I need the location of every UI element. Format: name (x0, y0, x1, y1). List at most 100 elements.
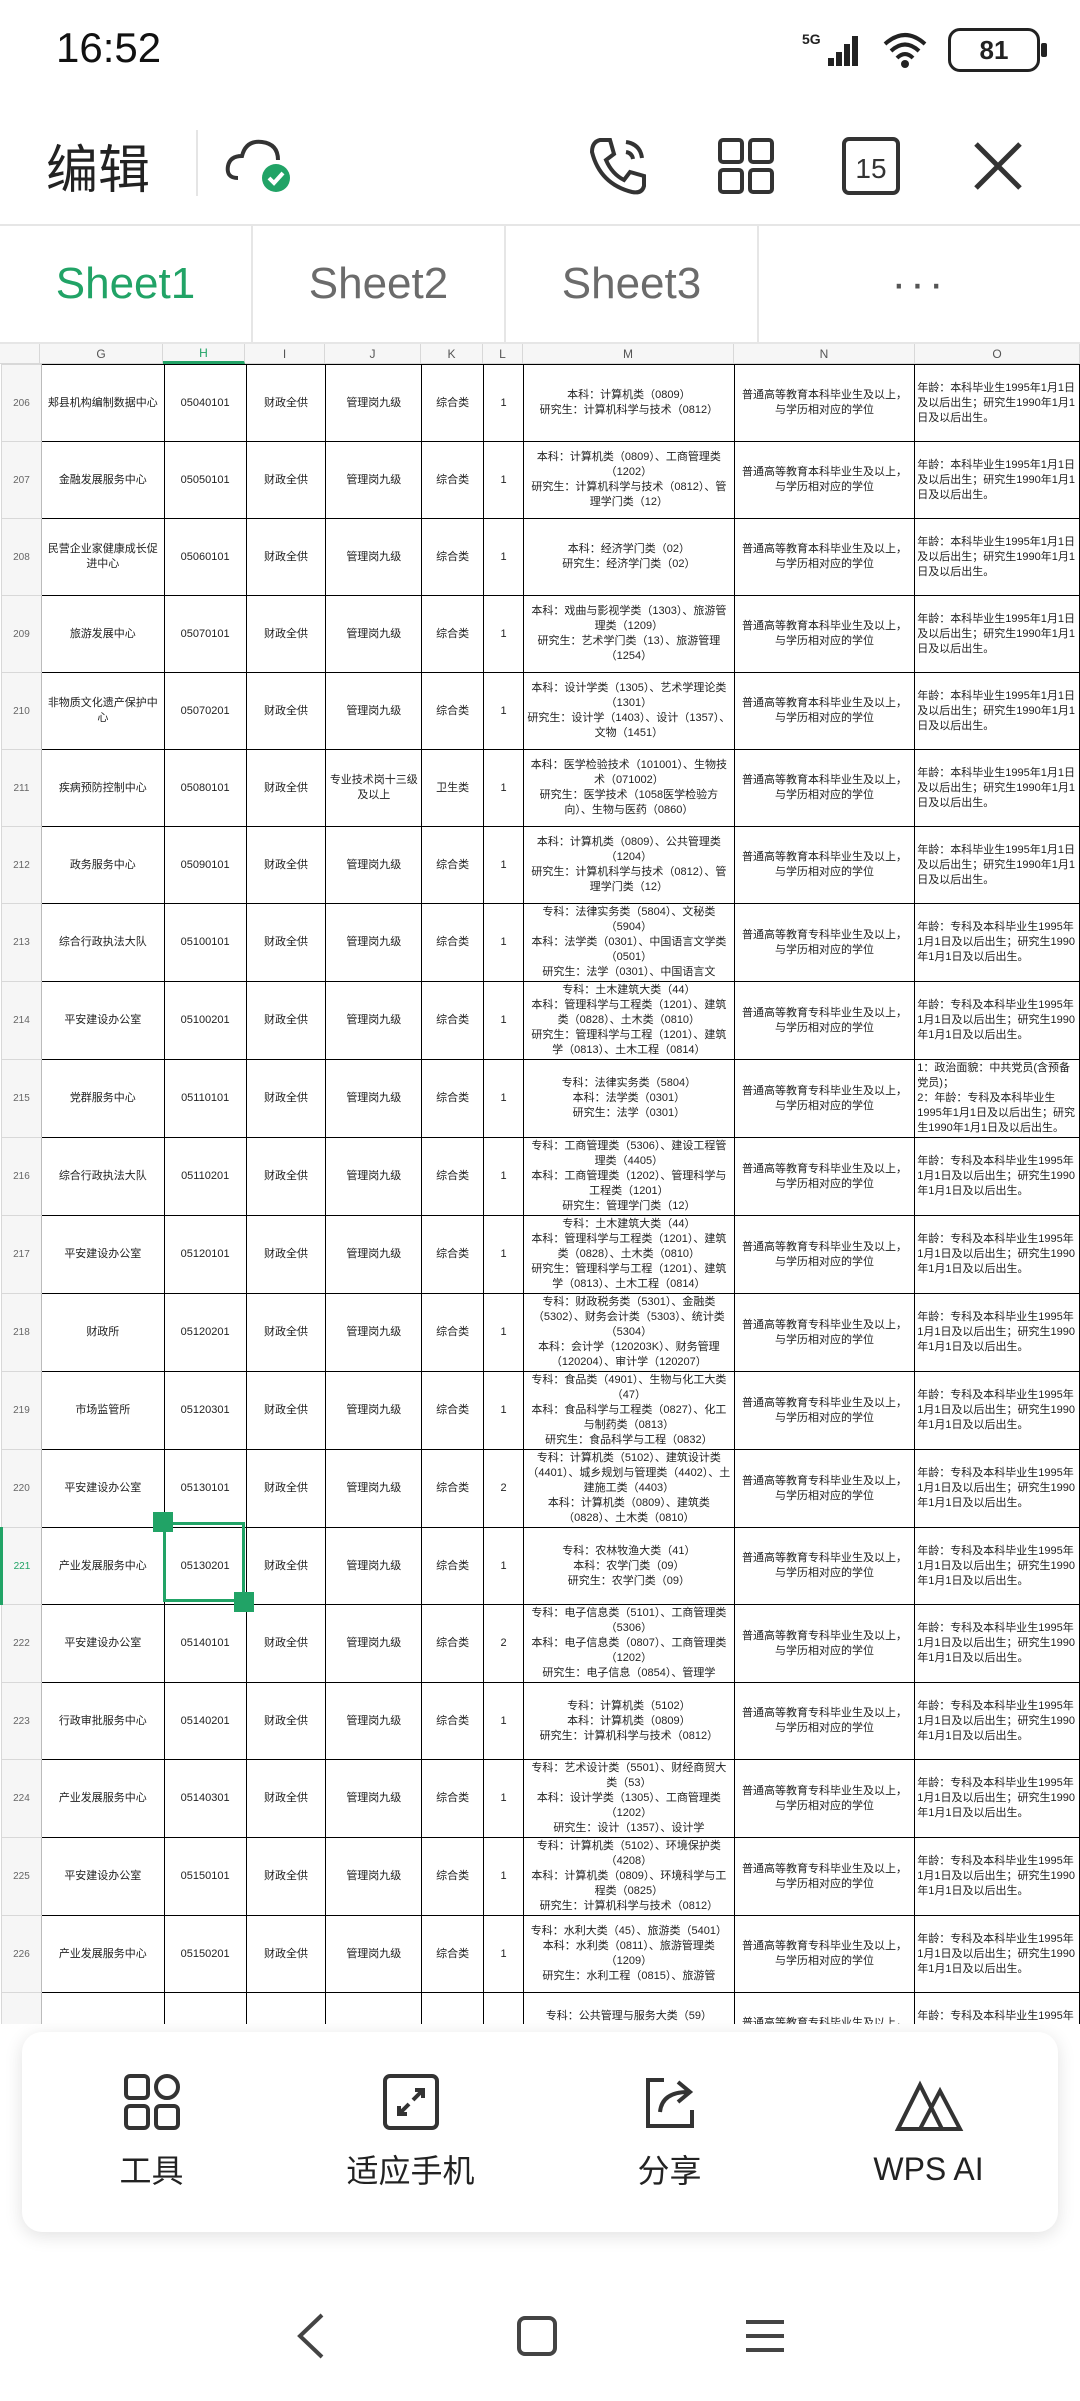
cell-k[interactable]: 综合类 (421, 1059, 485, 1138)
cell-j[interactable]: 管理岗九级 (325, 518, 423, 596)
cell-h[interactable]: 05080101 (163, 749, 247, 827)
column-header-k[interactable]: K (421, 344, 483, 364)
cell-j[interactable]: 管理岗九级 (325, 981, 423, 1060)
cell-k[interactable]: 综合类 (421, 1759, 485, 1838)
cell-g[interactable]: 行政审批服务中心 (40, 1682, 165, 1760)
cell-g[interactable]: 产业发展服务中心 (40, 1759, 165, 1838)
cell-g[interactable]: 行政审批服务中心 (40, 1992, 165, 2024)
cell-k[interactable]: 综合类 (421, 1992, 485, 2024)
cell-g[interactable]: 产业发展服务中心 (40, 1915, 165, 1993)
row-header[interactable]: 216 (1, 1137, 42, 1216)
cell-g[interactable]: 民营企业家健康成长促进中心 (40, 518, 165, 596)
cell-n[interactable]: 普通高等教育专科毕业生及以上，与学历相对应的学位 (733, 1215, 916, 1294)
cell-i[interactable]: 财政全供 (245, 1527, 327, 1605)
cell-i[interactable]: 财政全供 (245, 1215, 327, 1294)
cell-k[interactable]: 综合类 (421, 903, 485, 982)
cell-i[interactable]: 财政全供 (245, 1371, 327, 1450)
column-header-o[interactable]: O (915, 344, 1080, 364)
cell-o[interactable]: 年龄：专科及本科毕业生1995年1月1日及以后出生；研究生1990年1月1日及以… (914, 1371, 1080, 1450)
close-icon[interactable] (958, 126, 1038, 206)
cell-o[interactable]: 年龄：本科毕业生1995年1月1日及以后出生；研究生1990年1月1日及以后出生… (914, 826, 1080, 904)
row-header[interactable]: 206 (1, 364, 42, 442)
row-header[interactable]: 212 (1, 826, 42, 904)
cell-l[interactable]: 1 (483, 903, 525, 982)
cell-n[interactable]: 普通高等教育专科毕业生及以上，与学历相对应的学位 (733, 1527, 916, 1605)
cell-m[interactable]: 专科：计算机类（5102）、建筑设计类（4401）、城乡规划与管理类（4402）… (523, 1449, 735, 1528)
cell-g[interactable]: 金融发展服务中心 (40, 441, 165, 519)
row-header[interactable]: 214 (1, 981, 42, 1060)
column-header-m[interactable]: M (523, 344, 734, 364)
cell-k[interactable]: 综合类 (421, 672, 485, 750)
row-header[interactable]: 219 (1, 1371, 42, 1450)
cell-m[interactable]: 专科：农林牧渔大类（41） 本科：农学门类（09） 研究生：农学门类（09） (523, 1527, 735, 1605)
cell-o[interactable]: 年龄：专科及本科毕业生1995年1月1日及以后出生；研究生1990年1月1日及以… (914, 1759, 1080, 1838)
cell-m[interactable]: 本科：计算机类（0809） 研究生：计算机科学与技术（0812） (523, 364, 735, 442)
cell-m[interactable]: 专科：法律实务类（5804）、文秘类（5904） 本科：法学类（0301）、中国… (523, 903, 735, 982)
cell-g[interactable]: 郏县机构编制数据中心 (40, 364, 165, 442)
cell-k[interactable]: 综合类 (421, 1682, 485, 1760)
cell-l[interactable]: 1 (483, 364, 525, 442)
cell-i[interactable]: 财政全供 (245, 441, 327, 519)
spreadsheet-grid[interactable]: GHIJKLMNO 206 郏县机构编制数据中心 05040101 财政全供 管理岗九级… (0, 344, 1080, 2024)
cell-j[interactable]: 管理岗九级 (325, 1759, 423, 1838)
cell-l[interactable]: 2 (483, 1449, 525, 1528)
cell-g[interactable]: 平安建设办公室 (40, 1215, 165, 1294)
cell-h[interactable]: 05140101 (163, 1604, 247, 1683)
cell-k[interactable]: 综合类 (421, 1527, 485, 1605)
cell-l[interactable]: 1 (483, 1837, 525, 1916)
cell-i[interactable]: 财政全供 (245, 364, 327, 442)
cell-j[interactable]: 管理岗九级 (325, 1371, 423, 1450)
cell-l[interactable]: 1 (483, 441, 525, 519)
cell-l[interactable]: 2 (483, 1604, 525, 1683)
cell-j[interactable]: 管理岗九级 (325, 364, 423, 442)
phone-call-icon[interactable] (578, 126, 658, 206)
cell-i[interactable]: 财政全供 (245, 1137, 327, 1216)
cell-k[interactable]: 综合类 (421, 518, 485, 596)
cell-m[interactable]: 专科：法律实务类（5804） 本科：法学类（0301） 研究生：法学（0301） (523, 1059, 735, 1138)
column-header-i[interactable]: I (245, 344, 325, 364)
cell-m[interactable]: 专科：土木建筑大类（44） 本科：管理科学与工程类（1201）、建筑类（0828… (523, 981, 735, 1060)
cell-i[interactable]: 财政全供 (245, 1449, 327, 1528)
cell-o[interactable]: 年龄：专科及本科毕业生1995年1月1日及以后出生；研究生1990年1月1日及以… (914, 1449, 1080, 1528)
cell-k[interactable]: 综合类 (421, 1293, 485, 1372)
cell-m[interactable]: 专科：食品类（4901）、生物与化工大类（47） 本科：食品科学与工程类（082… (523, 1371, 735, 1450)
cell-h[interactable]: 05150201 (163, 1915, 247, 1993)
cell-j[interactable]: 专业技术岗十三级及以上 (325, 749, 423, 827)
cell-g[interactable]: 非物质文化遗产保护中心 (40, 672, 165, 750)
cell-n[interactable]: 普通高等教育专科毕业生及以上，与学历相对应的学位 (733, 1837, 916, 1916)
cell-n[interactable]: 普通高等教育专科毕业生及以上，与学历相对应的学位 (733, 1604, 916, 1683)
cell-i[interactable]: 财政全供 (245, 1992, 327, 2024)
row-header[interactable]: 222 (1, 1604, 42, 1683)
cell-j[interactable]: 管理岗九级 (325, 1293, 423, 1372)
cell-j[interactable]: 管理岗九级 (325, 1215, 423, 1294)
cell-j[interactable]: 管理岗九级 (325, 1837, 423, 1916)
cell-o[interactable]: 年龄：专科及本科毕业生1995年1月1日及以后出生；研究生1990年1月1日及以… (914, 981, 1080, 1060)
cell-o[interactable]: 年龄：专科及本科毕业生1995年1月1日及以后出生；研究生1990年1月1日及以… (914, 1293, 1080, 1372)
cell-h[interactable]: 05140301 (163, 1759, 247, 1838)
column-header-n[interactable]: N (734, 344, 915, 364)
cell-j[interactable]: 管理岗九级 (325, 1604, 423, 1683)
cell-g[interactable]: 产业发展服务中心 (40, 1527, 165, 1605)
row-header[interactable]: 226 (1, 1915, 42, 1993)
cell-i[interactable]: 财政全供 (245, 749, 327, 827)
cell-l[interactable]: 1 (483, 518, 525, 596)
cell-i[interactable]: 财政全供 (245, 672, 327, 750)
cell-k[interactable]: 综合类 (421, 1215, 485, 1294)
cell-m[interactable]: 专科：工商管理类（5306）、建设工程管理类（4405） 本科：工商管理类（12… (523, 1137, 735, 1216)
cell-m[interactable]: 专科：计算机类（5102） 本科：计算机类（0809） 研究生：计算机科学与技术… (523, 1682, 735, 1760)
cell-g[interactable]: 综合行政执法大队 (40, 1137, 165, 1216)
cell-i[interactable]: 财政全供 (245, 595, 327, 673)
cell-l[interactable]: 1 (483, 1992, 525, 2024)
cell-n[interactable]: 普通高等教育专科毕业生及以上，与学历相对应的学位 (733, 1759, 916, 1838)
cell-l[interactable]: 1 (483, 1915, 525, 1993)
cell-i[interactable]: 财政全供 (245, 1059, 327, 1138)
cell-m[interactable]: 本科：计算机类（0809）、工商管理类（1202） 研究生：计算机科学与技术（0… (523, 441, 735, 519)
header-corner[interactable] (0, 344, 40, 364)
cell-i[interactable]: 财政全供 (245, 981, 327, 1060)
cell-k[interactable]: 综合类 (421, 1837, 485, 1916)
cell-j[interactable]: 管理岗九级 (325, 1137, 423, 1216)
cell-j[interactable]: 管理岗九级 (325, 1682, 423, 1760)
cell-l[interactable]: 1 (483, 672, 525, 750)
cell-l[interactable]: 1 (483, 1215, 525, 1294)
cell-n[interactable]: 普通高等教育专科毕业生及以上，与学历相对应的学位 (733, 1449, 916, 1528)
